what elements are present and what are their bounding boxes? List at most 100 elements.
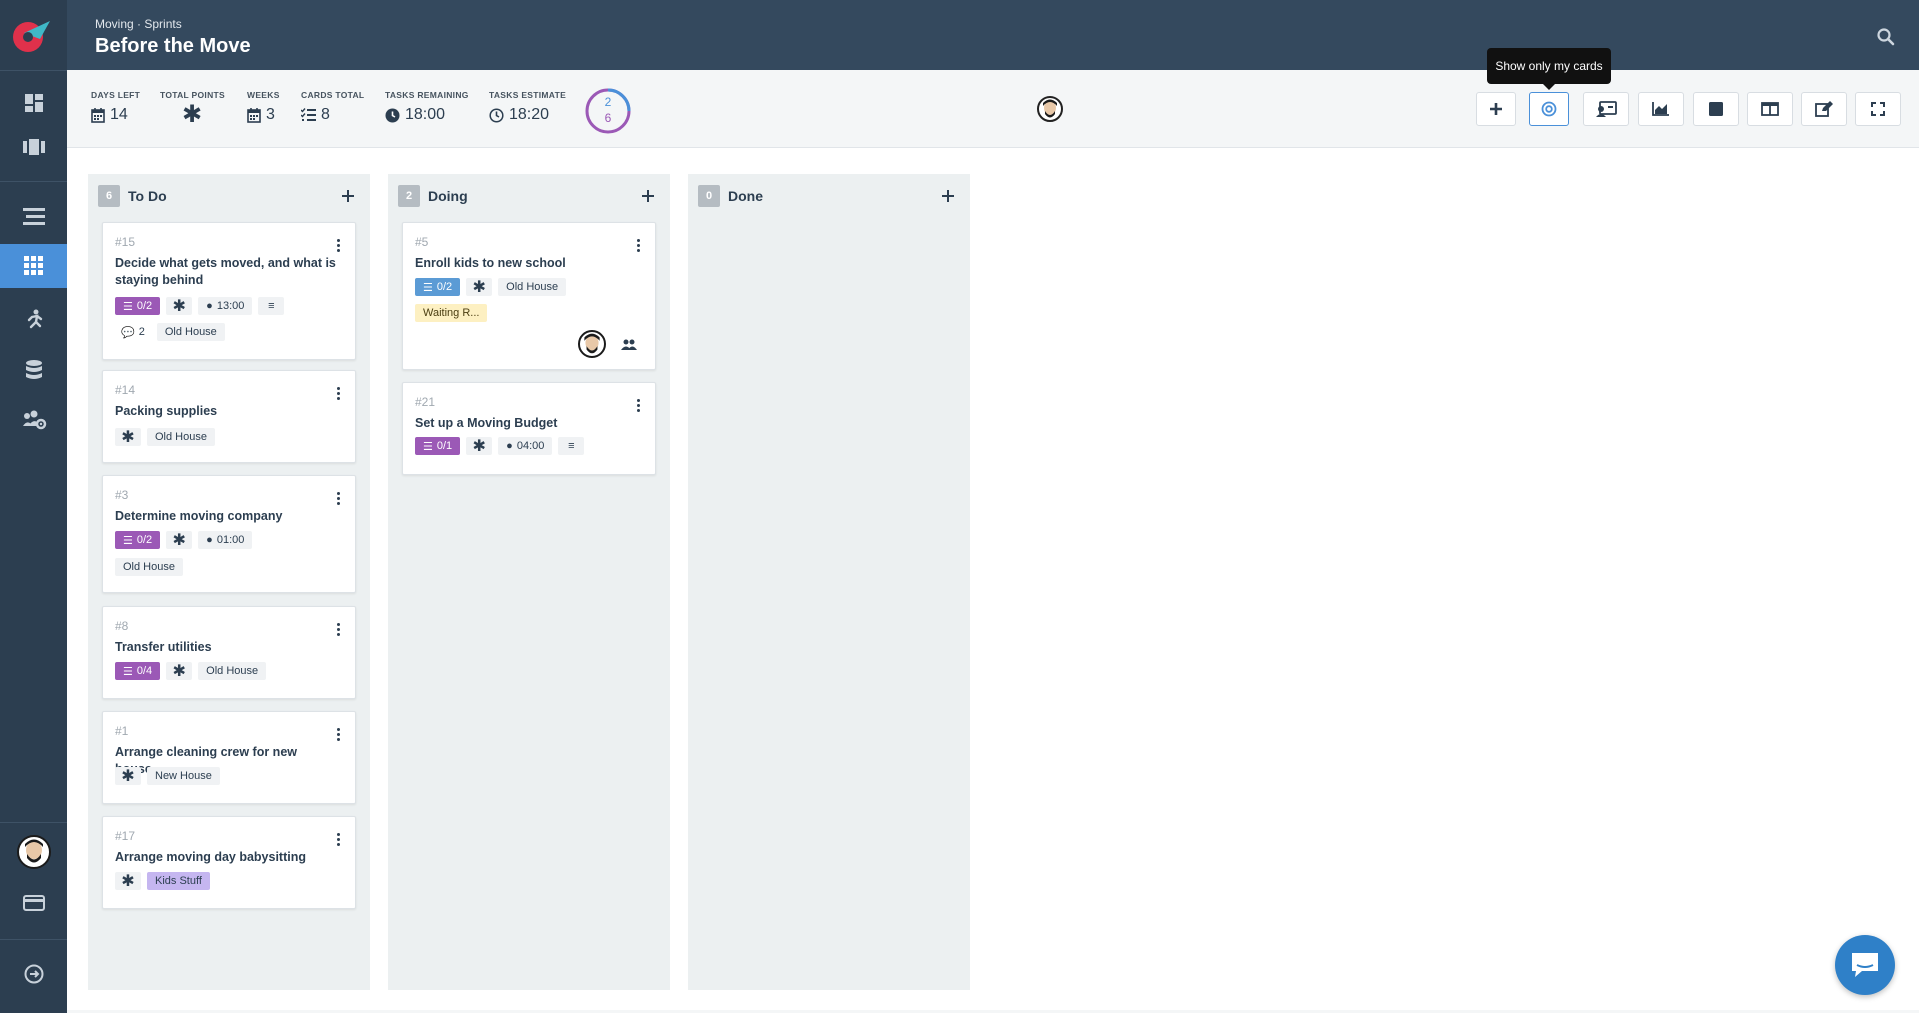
- columns-view-button[interactable]: [1747, 92, 1793, 126]
- avatar-icon: [584, 333, 600, 354]
- time-badge: ● 04:00: [498, 437, 553, 455]
- search-icon: [1877, 28, 1895, 46]
- stat-label: WEEKS: [247, 90, 280, 100]
- column-done: 0 Done: [688, 174, 970, 990]
- progress-ring-values: 2 6: [585, 94, 631, 126]
- card[interactable]: #17 Arrange moving day babysitting ✱ Kid…: [102, 816, 356, 909]
- card-menu-button[interactable]: [337, 728, 341, 743]
- users-icon: [621, 339, 637, 350]
- card-view-button[interactable]: [1693, 92, 1739, 126]
- time-value: 01:00: [216, 534, 245, 546]
- description-badge: ≡: [258, 297, 285, 315]
- search-button[interactable]: [1877, 28, 1895, 51]
- sidebar-item-team-settings[interactable]: [0, 398, 67, 442]
- columns-icon: [1761, 102, 1779, 116]
- card-menu-button[interactable]: [337, 833, 341, 848]
- sidebar-item-sprint-board[interactable]: [0, 244, 67, 288]
- calendar-icon: [247, 107, 261, 123]
- card-number: #8: [115, 619, 129, 633]
- card[interactable]: #8 Transfer utilities ☰ 0/4 ✱ Old House: [102, 606, 356, 699]
- checklist-icon: ☰: [123, 665, 133, 678]
- card-number: #5: [415, 235, 429, 249]
- label-tag: Old House: [156, 323, 225, 341]
- sidebar-item-dashboard[interactable]: [0, 81, 67, 125]
- assignee-avatar[interactable]: [578, 330, 606, 358]
- sidebar-item-sprints[interactable]: [0, 298, 67, 342]
- checklist-icon: ☰: [423, 440, 433, 453]
- add-card-button[interactable]: [1476, 92, 1516, 126]
- add-card-to-column-button[interactable]: [642, 188, 654, 204]
- sidebar-item-backlog[interactable]: [0, 194, 67, 238]
- stat-days-left: DAYS LEFT 14: [91, 90, 140, 124]
- card-number: #17: [115, 829, 136, 843]
- clock-icon: ●: [206, 300, 213, 312]
- fullscreen-button[interactable]: [1855, 92, 1901, 126]
- card-menu-button[interactable]: [637, 399, 641, 414]
- sidebar-item-billing[interactable]: [0, 881, 67, 925]
- sidebar-item-logout[interactable]: [0, 952, 67, 996]
- checklist-badge: ☰ 0/1: [415, 437, 461, 455]
- app-logo[interactable]: [0, 0, 67, 70]
- card-menu-button[interactable]: [337, 387, 341, 402]
- card-title: Decide what gets moved, and what is stay…: [115, 256, 336, 287]
- ring-top-value: 2: [604, 95, 612, 109]
- stat-value: 8: [321, 106, 330, 123]
- stat-label: CARDS TOTAL: [301, 90, 365, 100]
- sprint-board: 6 To Do #15 Decide what gets moved, and …: [67, 148, 1919, 1010]
- stat-cards-total: CARDS TOTAL 8: [301, 90, 364, 124]
- column-count: 2: [398, 185, 420, 207]
- card[interactable]: #1 Arrange cleaning crew for new house ✱…: [102, 711, 356, 804]
- card[interactable]: #5 Enroll kids to new school ☰ 0/2 ✱ Old …: [402, 222, 656, 370]
- user-avatar[interactable]: [0, 823, 67, 881]
- clock-outline-icon: [489, 107, 504, 123]
- asterisk-icon: ✱: [172, 298, 186, 315]
- column-doing: 2 Doing #5 Enroll kids to new school ☰ 0/…: [388, 174, 670, 990]
- time-badge: ● 13:00: [198, 297, 253, 315]
- checklist-value: 0/1: [436, 440, 453, 452]
- card-menu-button[interactable]: [337, 623, 341, 638]
- add-card-to-column-button[interactable]: [942, 188, 954, 204]
- card-menu-button[interactable]: [337, 492, 341, 507]
- card[interactable]: #3 Determine moving company ☰ 0/2 ✱ ● 01:0…: [102, 475, 356, 593]
- dashboard-icon: [24, 94, 43, 112]
- team-members-button[interactable]: [621, 338, 637, 356]
- stat-value: 14: [110, 106, 128, 123]
- clock-icon: ●: [506, 440, 513, 452]
- stat-label: DAYS LEFT: [91, 90, 141, 100]
- card[interactable]: #15 Decide what gets moved, and what is …: [102, 222, 356, 360]
- assign-user-button[interactable]: [1583, 92, 1629, 126]
- chat-icon: [1852, 953, 1878, 977]
- card-menu-button[interactable]: [637, 239, 641, 254]
- time-value: 04:00: [516, 440, 545, 452]
- burndown-chart-button[interactable]: [1638, 92, 1684, 126]
- align-left-icon: ≡: [568, 440, 575, 452]
- top-header: Moving · Sprints Before the Move: [67, 0, 1919, 70]
- checklist-value: 0/2: [136, 300, 153, 312]
- list-icon: [22, 208, 45, 225]
- show-my-cards-button[interactable]: [1529, 92, 1569, 126]
- card[interactable]: #21 Set up a Moving Budget ☰ 0/1 ✱ ● 04:00…: [402, 382, 656, 475]
- logo-icon: [12, 21, 50, 52]
- checklist-badge: ☰ 0/2: [115, 531, 161, 549]
- stat-total-points: TOTAL POINTS ✱: [160, 90, 225, 127]
- sidebar-item-data[interactable]: [0, 348, 67, 392]
- checklist-icon: [301, 108, 316, 121]
- card-number: #21: [415, 395, 436, 409]
- team-member-avatar[interactable]: [1037, 96, 1063, 122]
- square-icon: [1709, 102, 1723, 116]
- add-card-to-column-button[interactable]: [342, 188, 354, 204]
- asterisk-icon: ✱: [121, 768, 135, 785]
- credit-card-icon: [22, 895, 45, 911]
- chat-button[interactable]: [1835, 935, 1895, 995]
- column-to-do: 6 To Do #15 Decide what gets moved, and …: [88, 174, 370, 990]
- sidebar-item-boards[interactable]: [0, 125, 67, 169]
- edit-sprint-button[interactable]: [1801, 92, 1847, 126]
- column-title: Done: [728, 188, 763, 204]
- ring-bottom-value: 6: [604, 111, 612, 125]
- card-menu-button[interactable]: [337, 239, 341, 254]
- breadcrumb[interactable]: Moving · Sprints: [95, 17, 182, 31]
- label-tag: Old House: [115, 558, 183, 576]
- checklist-value: 0/2: [436, 281, 453, 293]
- card[interactable]: #14 Packing supplies ✱ Old House: [102, 370, 356, 463]
- stat-value: 18:20: [509, 106, 550, 123]
